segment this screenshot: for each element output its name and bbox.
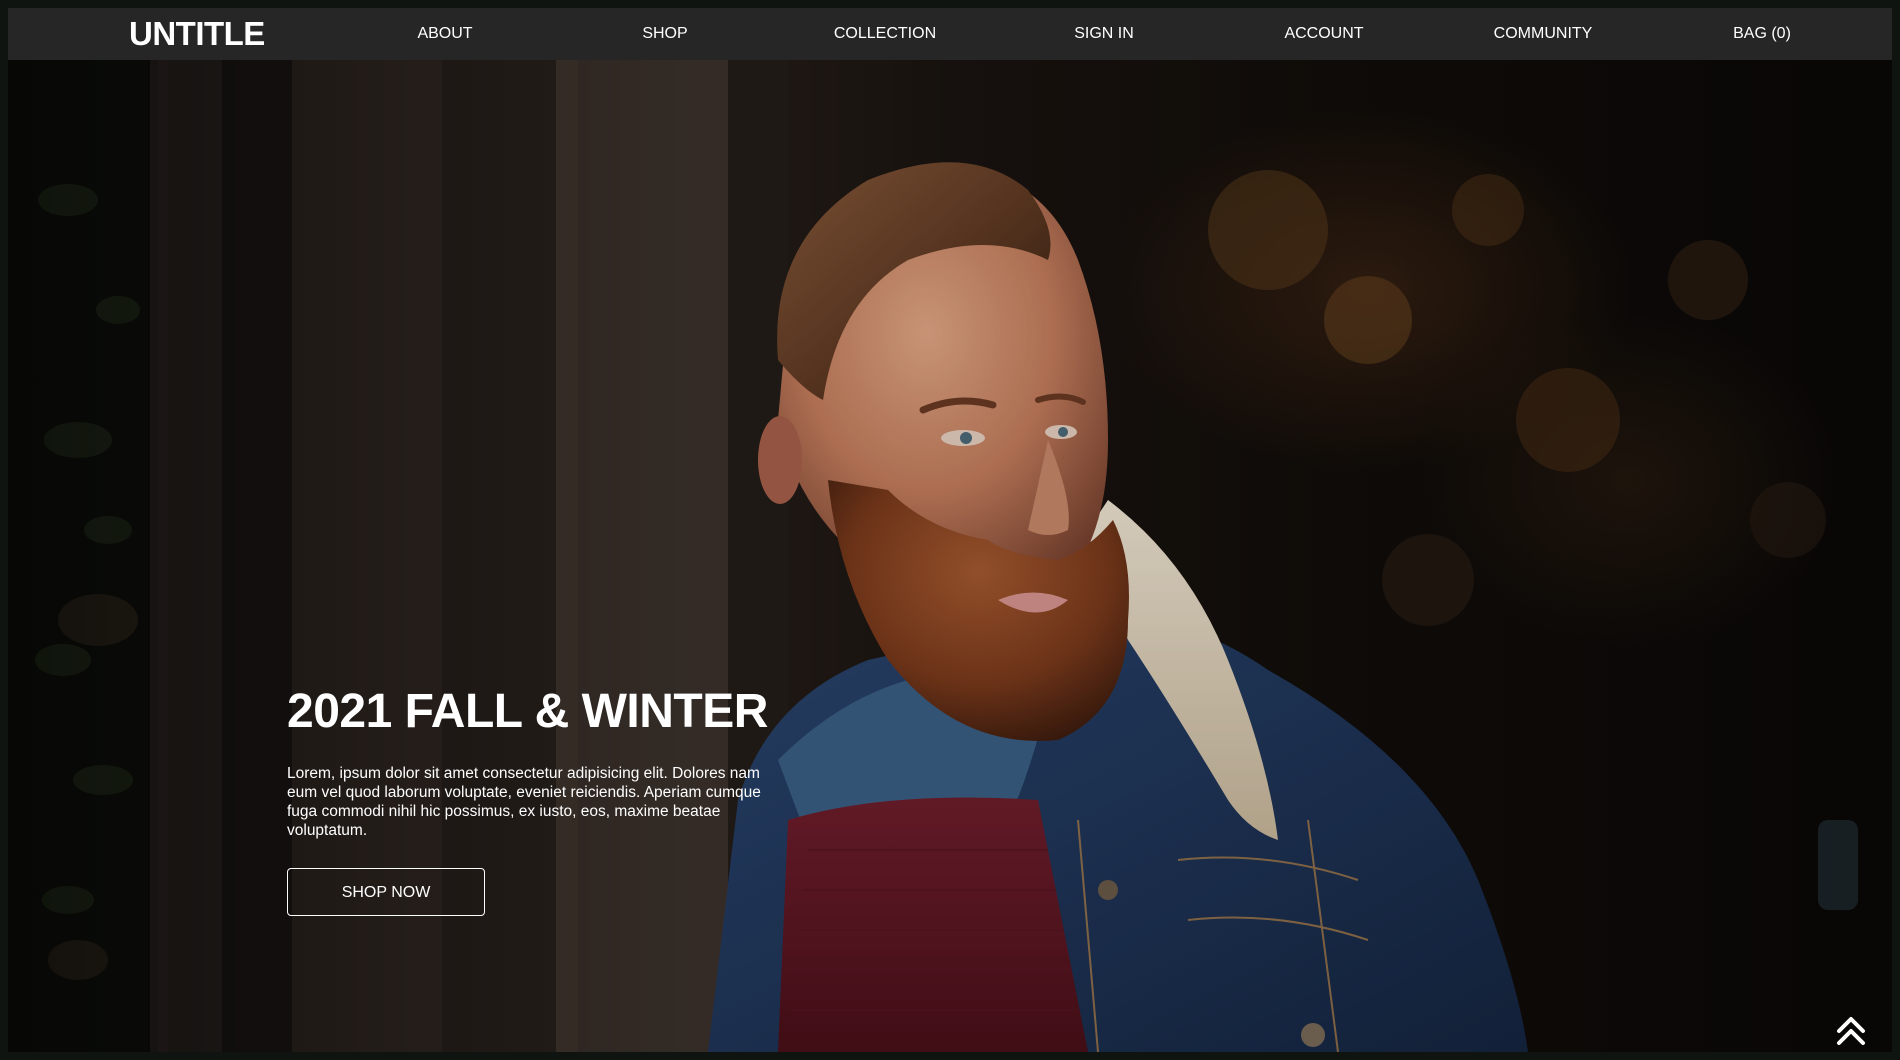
scroll-to-top-button[interactable] [1836, 1014, 1866, 1048]
double-chevron-up-icon [1837, 1017, 1865, 1045]
shop-now-button[interactable]: SHOP NOW [287, 868, 485, 916]
page-frame: UNTITLE ABOUT SHOP COLLECTION SIGN IN AC… [8, 8, 1892, 1052]
navbar: UNTITLE ABOUT SHOP COLLECTION SIGN IN AC… [8, 8, 1892, 60]
site-logo[interactable]: UNTITLE [129, 8, 265, 60]
nav-item-collection[interactable]: COLLECTION [834, 8, 936, 60]
nav-item-sign-in[interactable]: SIGN IN [1074, 8, 1134, 60]
nav-item-bag[interactable]: BAG (0) [1733, 8, 1791, 60]
nav-item-account[interactable]: ACCOUNT [1284, 8, 1363, 60]
nav-item-shop[interactable]: SHOP [642, 8, 687, 60]
hero-section: 2021 FALL & WINTER Lorem, ipsum dolor si… [8, 60, 1892, 1052]
nav-item-about[interactable]: ABOUT [417, 8, 472, 60]
nav-item-community[interactable]: COMMUNITY [1494, 8, 1593, 60]
hero-description: Lorem, ipsum dolor sit amet consectetur … [287, 765, 761, 839]
hero-title: 2021 FALL & WINTER [287, 685, 768, 738]
